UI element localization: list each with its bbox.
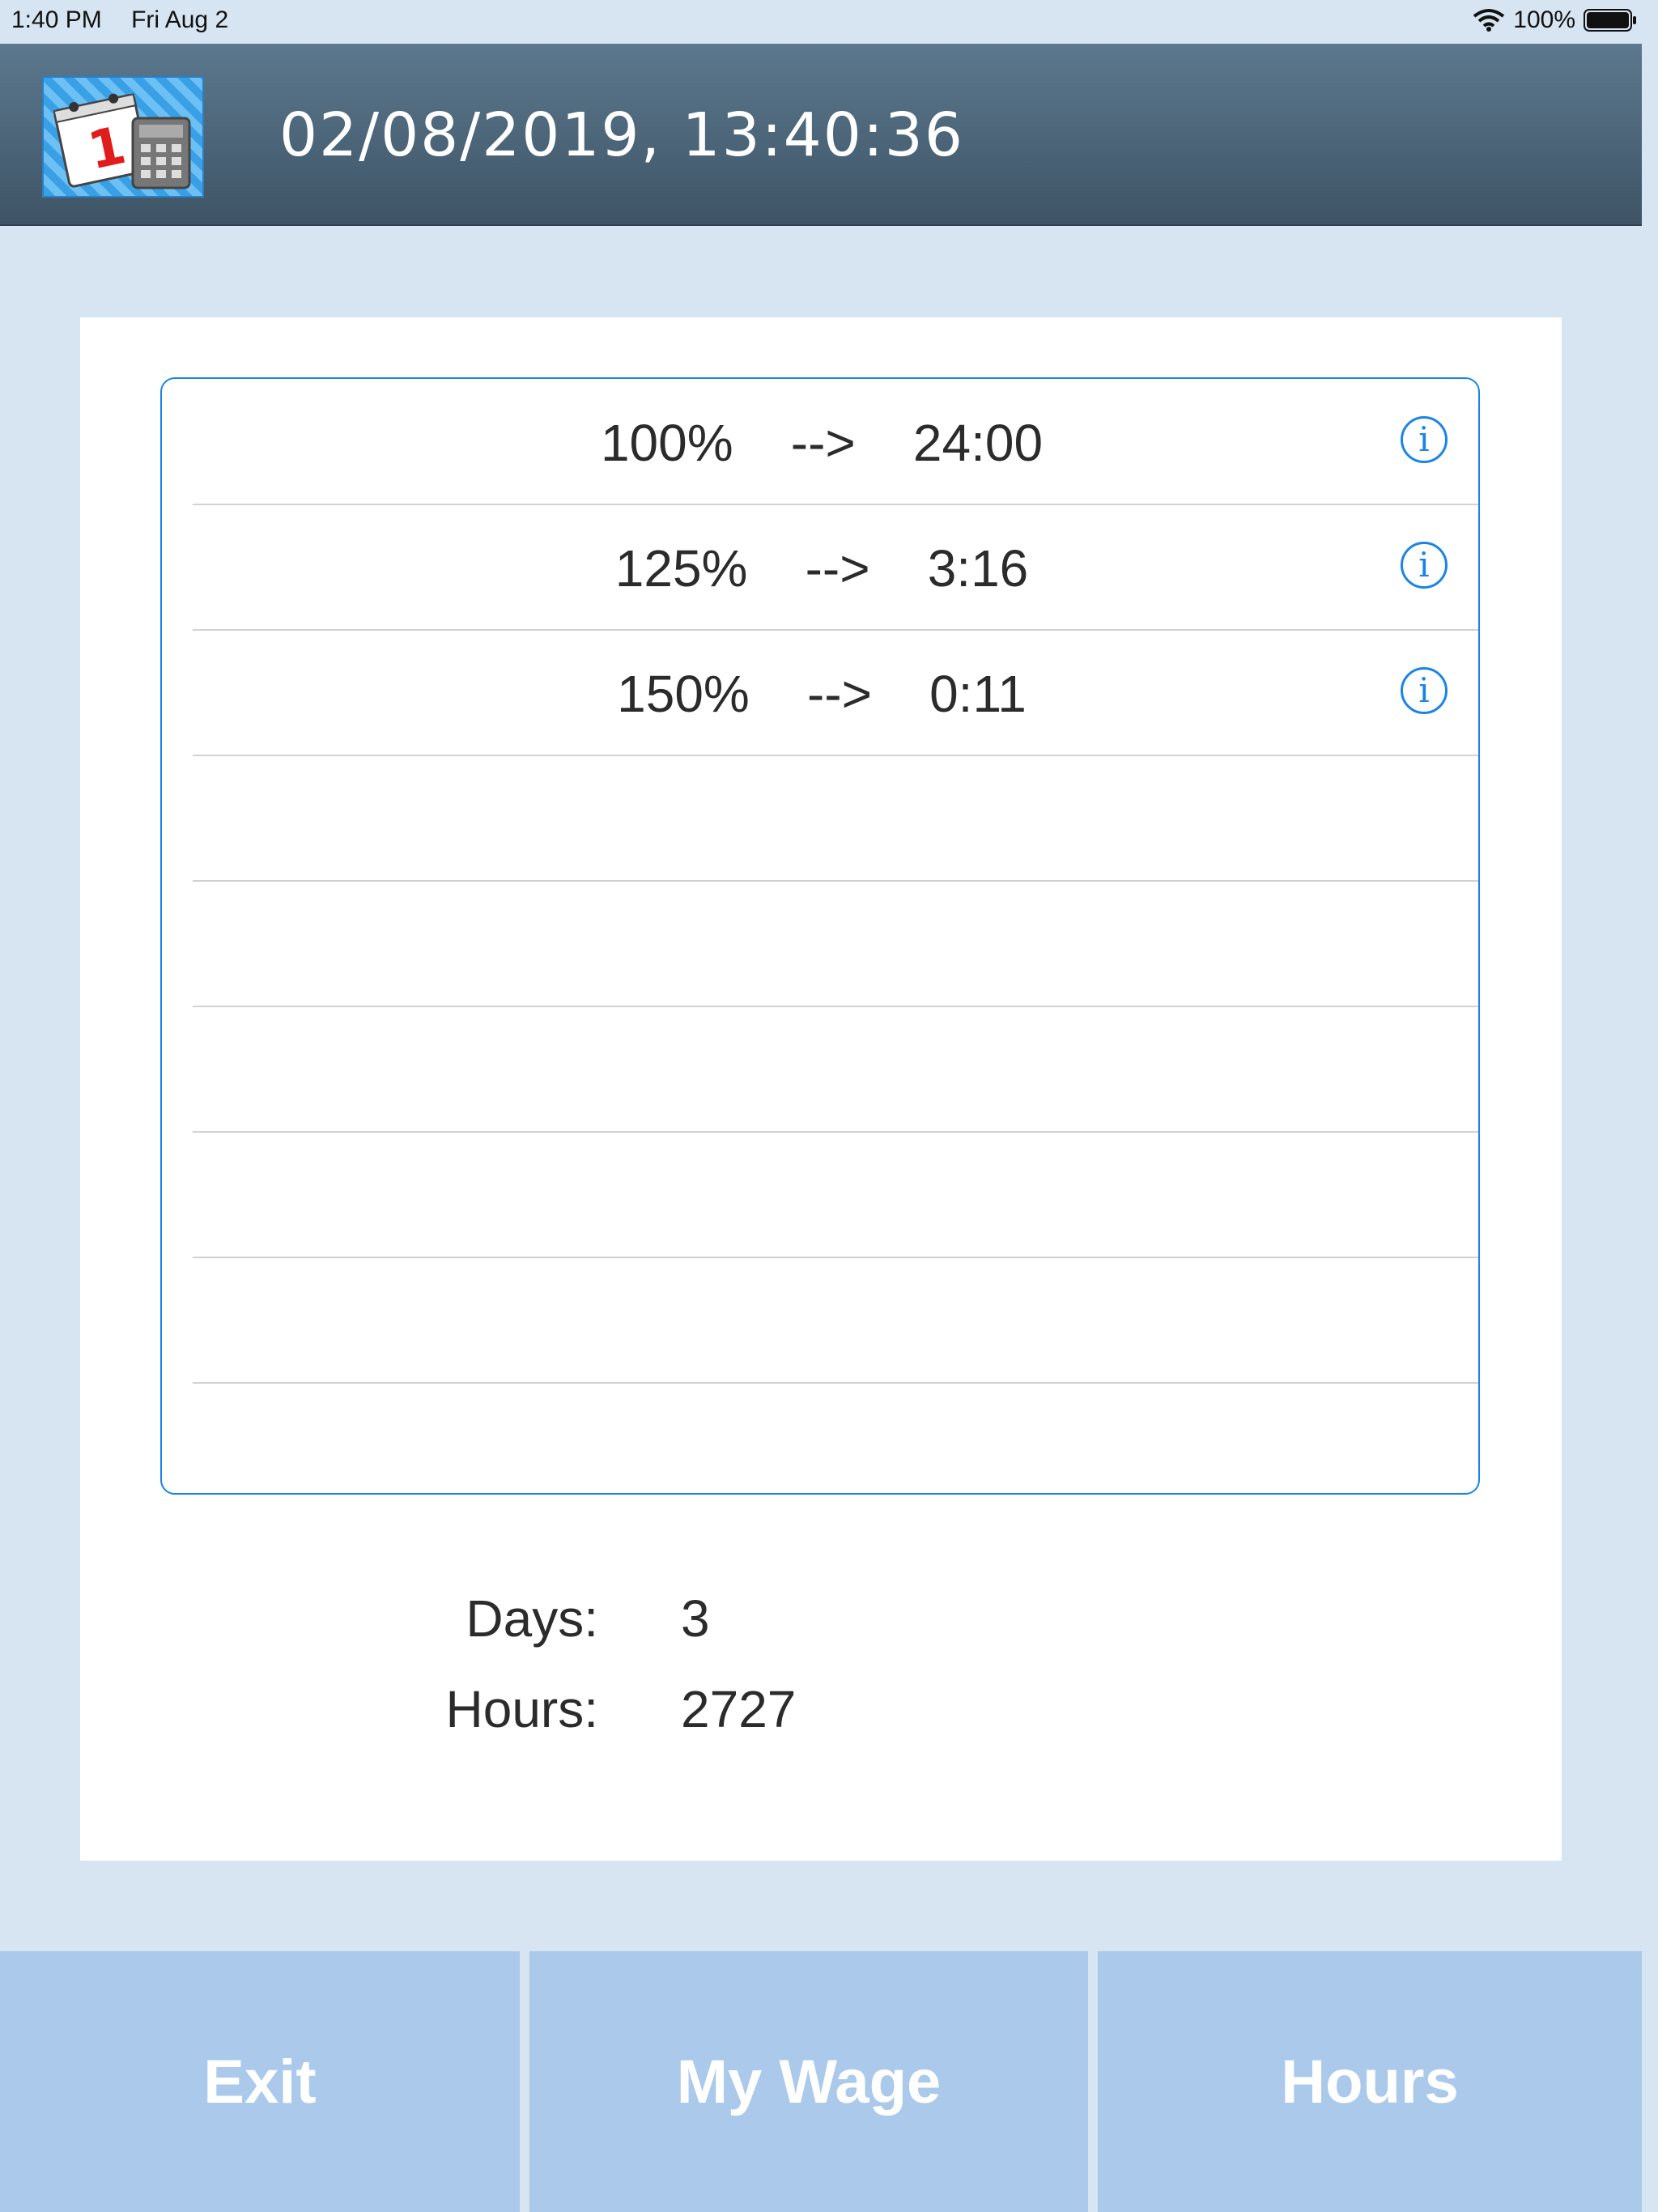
header-bar: 1 02/08/2019, 13:40:36 bbox=[0, 44, 1642, 226]
hours-row: Hours: 2727 bbox=[80, 1679, 1562, 1744]
header-datetime: 02/08/2019, 13:40:36 bbox=[279, 100, 964, 170]
rates-table: 100% --> 24:00 i 125% --> 3:16 i 150% --… bbox=[160, 377, 1480, 1495]
rate-row-150[interactable]: 150% --> 0:11 i bbox=[193, 630, 1478, 756]
content-card: 100% --> 24:00 i 125% --> 3:16 i 150% --… bbox=[80, 317, 1562, 1861]
hours-value: 2727 bbox=[681, 1680, 797, 1738]
status-bar: 1:40 PM Fri Aug 2 100% bbox=[0, 0, 1642, 42]
hours-label: Hours: bbox=[445, 1680, 599, 1738]
wifi-icon bbox=[1473, 8, 1505, 32]
bottom-toolbar: Exit My Wage Hours bbox=[0, 1951, 1642, 2212]
status-left: 1:40 PM Fri Aug 2 bbox=[11, 6, 251, 34]
my-wage-button[interactable]: My Wage bbox=[529, 1951, 1088, 2212]
empty-row bbox=[193, 881, 1478, 1007]
battery-icon bbox=[1584, 8, 1637, 32]
rate-row-text: 100% --> 24:00 bbox=[600, 414, 1044, 472]
empty-row bbox=[193, 1257, 1478, 1384]
empty-row bbox=[193, 1006, 1478, 1133]
days-label: Days: bbox=[466, 1589, 598, 1648]
info-icon[interactable]: i bbox=[1401, 416, 1448, 463]
info-icon[interactable]: i bbox=[1401, 542, 1448, 589]
rate-row-text: 150% --> 0:11 bbox=[617, 665, 1027, 723]
status-right: 100% bbox=[1473, 6, 1637, 34]
empty-row bbox=[193, 755, 1478, 882]
exit-button[interactable]: Exit bbox=[0, 1951, 520, 2212]
calendar-calculator-icon: 1 bbox=[42, 76, 204, 198]
status-time: 1:40 PM bbox=[11, 6, 102, 33]
rate-row-text: 125% --> 3:16 bbox=[614, 539, 1029, 598]
empty-row bbox=[193, 1132, 1478, 1258]
hours-button[interactable]: Hours bbox=[1098, 1951, 1642, 2212]
rate-row-100[interactable]: 100% --> 24:00 i bbox=[193, 379, 1478, 505]
days-row: Days: 3 bbox=[80, 1589, 1562, 1653]
days-value: 3 bbox=[681, 1589, 710, 1648]
info-icon[interactable]: i bbox=[1401, 667, 1448, 714]
status-date: Fri Aug 2 bbox=[131, 6, 229, 33]
rate-row-125[interactable]: 125% --> 3:16 i bbox=[193, 504, 1478, 631]
battery-percent: 100% bbox=[1513, 6, 1575, 33]
